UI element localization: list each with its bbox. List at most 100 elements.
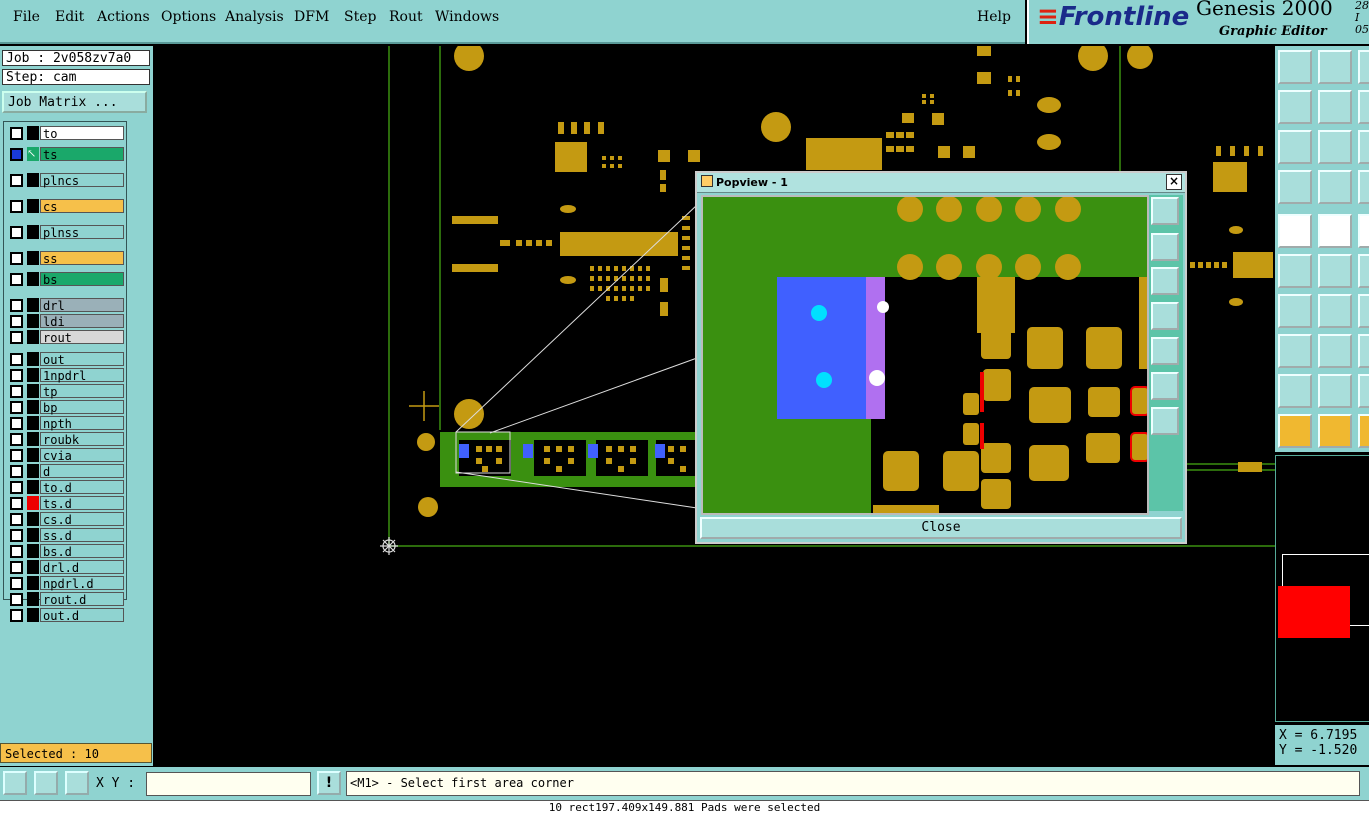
layer-row-to[interactable]: to bbox=[7, 126, 124, 141]
layer-color-swatch[interactable] bbox=[27, 330, 39, 344]
layer-color-swatch[interactable] bbox=[27, 512, 39, 526]
layer-row-drl[interactable]: drl bbox=[7, 298, 124, 313]
layer-checkbox[interactable] bbox=[10, 465, 23, 478]
layer-checkbox[interactable] bbox=[10, 226, 23, 239]
menu-help[interactable]: Help bbox=[977, 9, 1011, 25]
tool-2-icon[interactable] bbox=[1318, 50, 1352, 84]
execute-button[interactable]: ! bbox=[317, 771, 341, 795]
tool-9-icon[interactable] bbox=[1358, 130, 1369, 164]
layer-checkbox[interactable] bbox=[10, 529, 23, 542]
layer-row-bs[interactable]: bs bbox=[7, 272, 124, 287]
tool-1-icon[interactable] bbox=[1278, 50, 1312, 84]
pan-up-icon[interactable] bbox=[1151, 233, 1179, 261]
tool-25-icon[interactable] bbox=[1278, 374, 1312, 408]
layer-color-swatch[interactable] bbox=[27, 199, 39, 213]
layer-row-plnss[interactable]: plnss bbox=[7, 225, 124, 240]
xy-input[interactable] bbox=[146, 772, 311, 796]
layer-checkbox[interactable] bbox=[10, 331, 23, 344]
tool-21-icon[interactable] bbox=[1358, 294, 1369, 328]
layer-checkbox[interactable] bbox=[10, 481, 23, 494]
zoom-fit-icon[interactable] bbox=[1151, 197, 1179, 225]
popview-canvas[interactable] bbox=[701, 195, 1149, 515]
layer-row-cs-d[interactable]: cs.d bbox=[7, 512, 124, 527]
layer-color-swatch[interactable] bbox=[27, 225, 39, 239]
layer-color-swatch[interactable] bbox=[27, 448, 39, 462]
layer-row-d[interactable]: d bbox=[7, 464, 124, 479]
layer-color-swatch[interactable] bbox=[27, 560, 39, 574]
tool-14-icon[interactable] bbox=[1318, 214, 1352, 248]
tool-22-icon[interactable] bbox=[1278, 334, 1312, 368]
tool-12-icon[interactable] bbox=[1358, 170, 1369, 204]
layer-checkbox[interactable] bbox=[10, 315, 23, 328]
layer-checkbox[interactable] bbox=[10, 148, 23, 161]
layer-row-tp[interactable]: tp bbox=[7, 384, 124, 399]
layer-color-swatch[interactable] bbox=[27, 544, 39, 558]
layer-color-swatch[interactable] bbox=[27, 173, 39, 187]
layer-checkbox[interactable] bbox=[10, 497, 23, 510]
layer-color-swatch[interactable] bbox=[27, 298, 39, 312]
tool-16-icon[interactable] bbox=[1278, 254, 1312, 288]
menu-windows[interactable]: Windows bbox=[435, 9, 499, 25]
tool-30-icon[interactable] bbox=[1358, 414, 1369, 448]
layer-color-swatch[interactable] bbox=[27, 496, 39, 510]
layer-checkbox[interactable] bbox=[10, 449, 23, 462]
layer-row-ts-d[interactable]: ts.d bbox=[7, 496, 124, 511]
layer-checkbox[interactable] bbox=[10, 433, 23, 446]
layer-row-cs[interactable]: cs bbox=[7, 199, 124, 214]
layer-checkbox[interactable] bbox=[10, 273, 23, 286]
layer-checkbox[interactable] bbox=[10, 385, 23, 398]
layer-checkbox[interactable] bbox=[10, 127, 23, 140]
grid-toggle-icon[interactable] bbox=[65, 771, 89, 795]
menu-analysis[interactable]: Analysis bbox=[225, 9, 284, 25]
tool-26-icon[interactable] bbox=[1318, 374, 1352, 408]
layer-row-1npdrl[interactable]: 1npdrl bbox=[7, 368, 124, 383]
menu-dfm[interactable]: DFM bbox=[294, 9, 329, 25]
tool-24-icon[interactable] bbox=[1358, 334, 1369, 368]
layer-row-drl-d[interactable]: drl.d bbox=[7, 560, 124, 575]
layer-color-swatch[interactable]: ↖ bbox=[27, 147, 39, 161]
layer-color-swatch[interactable] bbox=[27, 608, 39, 622]
tool-4-icon[interactable] bbox=[1278, 90, 1312, 124]
select-arrow-icon[interactable] bbox=[1278, 414, 1312, 448]
layer-checkbox[interactable] bbox=[10, 561, 23, 574]
layer-color-swatch[interactable] bbox=[27, 352, 39, 366]
pan-right-icon[interactable] bbox=[1151, 337, 1179, 365]
menu-file[interactable]: File bbox=[13, 9, 40, 25]
layer-checkbox[interactable] bbox=[10, 609, 23, 622]
layer-checkbox[interactable] bbox=[10, 299, 23, 312]
menu-options[interactable]: Options bbox=[161, 9, 216, 25]
layer-color-swatch[interactable] bbox=[27, 528, 39, 542]
layer-checkbox[interactable] bbox=[10, 577, 23, 590]
layer-checkbox[interactable] bbox=[10, 369, 23, 382]
layer-row-cvia[interactable]: cvia bbox=[7, 448, 124, 463]
grid-icon[interactable] bbox=[1318, 170, 1352, 204]
layer-row-npth[interactable]: npth bbox=[7, 416, 124, 431]
layer-row-rout[interactable]: rout bbox=[7, 330, 124, 345]
layer-color-swatch[interactable] bbox=[27, 384, 39, 398]
layer-checkbox[interactable] bbox=[10, 353, 23, 366]
layer-checkbox[interactable] bbox=[10, 513, 23, 526]
tool-17-icon[interactable] bbox=[1318, 254, 1352, 288]
layer-color-swatch[interactable] bbox=[27, 368, 39, 382]
tool-13-icon[interactable] bbox=[1278, 214, 1312, 248]
tool-20-icon[interactable] bbox=[1318, 294, 1352, 328]
tool-8-icon[interactable] bbox=[1318, 130, 1352, 164]
tool-15-icon[interactable] bbox=[1358, 214, 1369, 248]
layer-color-swatch[interactable] bbox=[27, 126, 39, 140]
layer-checkbox[interactable] bbox=[10, 545, 23, 558]
menu-rout[interactable]: Rout bbox=[389, 9, 423, 25]
overview-map[interactable] bbox=[1275, 455, 1369, 722]
tool-27-icon[interactable] bbox=[1358, 374, 1369, 408]
tool-19-icon[interactable] bbox=[1278, 294, 1312, 328]
layer-color-swatch[interactable] bbox=[27, 251, 39, 265]
layer-row-out-d[interactable]: out.d bbox=[7, 608, 124, 623]
layer-checkbox[interactable] bbox=[10, 593, 23, 606]
tool-6-icon[interactable] bbox=[1358, 90, 1369, 124]
tool-10-icon[interactable] bbox=[1278, 170, 1312, 204]
tool-3-icon[interactable] bbox=[1358, 50, 1369, 84]
layer-color-swatch[interactable] bbox=[27, 272, 39, 286]
measure-icon[interactable] bbox=[34, 771, 58, 795]
close-icon[interactable]: × bbox=[1166, 174, 1182, 190]
layer-row-bs-d[interactable]: bs.d bbox=[7, 544, 124, 559]
layer-row-plncs[interactable]: plncs bbox=[7, 173, 124, 188]
